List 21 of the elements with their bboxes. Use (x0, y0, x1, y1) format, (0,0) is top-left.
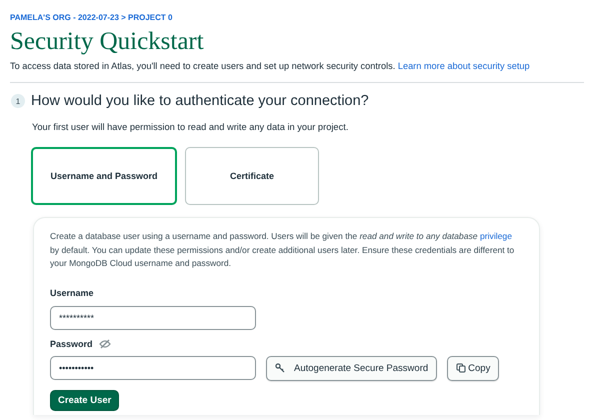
username-label: Username (50, 288, 94, 298)
auth-method-option[interactable]: Username and Password (31, 147, 177, 205)
username-field[interactable]: ********** (50, 306, 256, 330)
auth-method-option[interactable]: Certificate (185, 147, 319, 205)
eye-slash-icon[interactable] (98, 338, 111, 349)
autogenerate-password-button[interactable]: Autogenerate Secure Password (266, 356, 438, 381)
password-field[interactable]: ••••••••••• (50, 356, 256, 380)
step-question: How would you like to authenticate your connection? (31, 93, 369, 109)
learn-more-link[interactable]: Learn more about security setup (398, 61, 530, 71)
key-icon (275, 363, 285, 374)
step-number: 1 (11, 94, 25, 108)
page-title: Security Quickstart (10, 28, 204, 56)
copy-icon (456, 363, 466, 374)
breadcrumb[interactable]: PAMELA'S ORG - 2022-07-23 > PROJECT 0 (10, 13, 172, 22)
copy-button[interactable]: Copy (447, 356, 500, 381)
step-subtitle: Your first user will have permission to read and write any data in your project. (32, 122, 348, 132)
password-label: Password (50, 338, 93, 349)
create-user-button[interactable]: Create User (50, 390, 120, 411)
privilege-link[interactable]: privilege (480, 231, 512, 241)
intro-text: To access data stored in Atlas, you'll need to create users and set up network security controls. Learn more about security setup (10, 61, 530, 71)
form-description: Create a database user using a username and password. Users will be given the read and write to any database privilege by default. You can update these permissions and/or create additional users later. Ensure these credentials are different to your MongoDB Cloud username and password. (50, 230, 516, 270)
